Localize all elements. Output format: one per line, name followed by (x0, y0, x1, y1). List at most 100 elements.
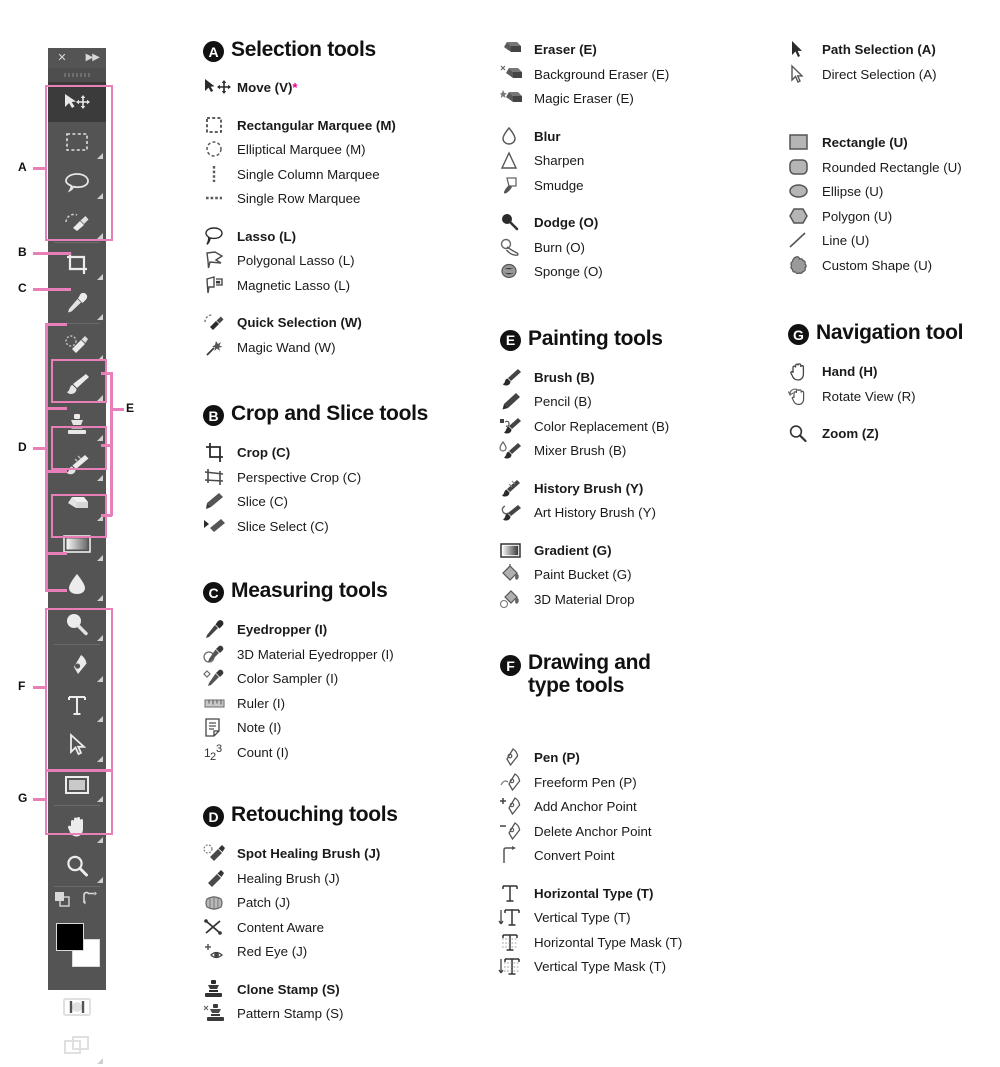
tool-row-single-row-marquee[interactable]: Single Row Marquee (203, 189, 493, 214)
tool-row-eyedropper[interactable]: Eyedropper (I) (203, 620, 493, 645)
tool-row-elliptical-marquee[interactable]: Elliptical Marquee (M) (203, 140, 493, 165)
tool-row-rotate-view[interactable]: Rotate View (R) (787, 387, 1000, 412)
magic-wand-icon (203, 338, 233, 360)
tool-row-line[interactable]: Line (U) (788, 231, 1000, 256)
color-swatches[interactable] (48, 913, 106, 987)
tool-label: Rectangle (U) (822, 135, 908, 150)
tool-row-patch[interactable]: Patch (J) (203, 893, 493, 918)
tool-row-ellipse[interactable]: Ellipse (U) (788, 182, 1000, 207)
tool-row-color-sampler[interactable]: Color Sampler (I) (203, 669, 493, 694)
tool-label: 3D Material Drop (534, 591, 635, 607)
tool-row-background-eraser[interactable]: Background Eraser (E) (500, 65, 780, 90)
tool-row-hand[interactable]: Hand (H) (788, 362, 1000, 387)
tool-row-pencil[interactable]: Pencil (B) (500, 392, 780, 417)
tool-row-history-brush[interactable]: History Brush (Y) (500, 479, 780, 504)
tool-row-add-anchor-point[interactable]: Add Anchor Point (500, 797, 780, 822)
collapse-chevron-icon[interactable]: ▶▶ (86, 52, 100, 64)
tool-row-horizontal-type[interactable]: Horizontal Type (T) (500, 884, 780, 909)
toolbar-blur-tool[interactable] (48, 564, 106, 604)
pen-icon (500, 748, 530, 770)
tool-row-3d-material-drop[interactable]: 3D Material Drop (499, 589, 780, 615)
toolbar-quick-mask-button[interactable] (48, 987, 106, 1027)
tool-label: Paint Bucket (G) (534, 567, 632, 582)
tool-row-smudge[interactable]: Smudge (500, 176, 780, 201)
tool-row-quick-selection[interactable]: Quick Selection (W) (203, 313, 493, 338)
tool-row-rectangle[interactable]: Rectangle (U) (788, 133, 1000, 158)
tool-row-burn[interactable]: Burn (O) (500, 238, 780, 263)
tool-row-vertical-type[interactable]: Vertical Type (T) (498, 908, 780, 933)
toolbar-screen-mode-button[interactable] (48, 1027, 106, 1067)
tool-row-polygon[interactable]: Polygon (U) (788, 207, 1000, 232)
swap-colors-icon[interactable] (82, 891, 98, 905)
toolbar-drag-grip[interactable] (48, 68, 106, 82)
tool-row-color-replacement[interactable]: Color Replacement (B) (500, 417, 780, 442)
tool-row-art-history-brush[interactable]: Art History Brush (Y) (500, 503, 780, 528)
tool-row-rectangular-marquee[interactable]: Rectangular Marquee (M) (203, 116, 493, 141)
tool-row-delete-anchor-point[interactable]: Delete Anchor Point (500, 821, 780, 847)
tool-row-content-aware[interactable]: Content Aware (203, 918, 493, 943)
tool-row-move[interactable]: Move (V)* (203, 78, 493, 103)
toolbar-spot-healing-tool[interactable] (48, 324, 106, 364)
toolbar-crop-tool[interactable] (48, 243, 106, 283)
color-sampler-icon (203, 669, 233, 691)
tool-row-brush[interactable]: Brush (B) (500, 368, 780, 393)
section-title-g: Navigation tool (816, 321, 964, 344)
tool-row-note[interactable]: Note (I) (203, 718, 493, 743)
tool-row-path-selection[interactable]: Path Selection (A) (788, 40, 1000, 65)
tool-row-vertical-type-mask[interactable]: Vertical Type Mask (T) (498, 957, 780, 982)
tool-label: Single Column Marquee (237, 166, 380, 182)
tool-row-blur[interactable]: Blur (500, 126, 780, 152)
tool-row-count[interactable]: 1 2 3 Count (I) (203, 743, 493, 768)
tool-label: Quick Selection (W) (237, 315, 362, 330)
color-controls-row[interactable] (48, 887, 106, 913)
tool-row-magnetic-lasso[interactable]: Magnetic Lasso (L) (203, 275, 493, 301)
tool-row-3d-material-eyedropper[interactable]: 3D Material Eyedropper (I) (203, 645, 493, 670)
tool-row-eraser[interactable]: Eraser (E) (500, 40, 780, 65)
zoom-icon (65, 854, 89, 878)
tool-row-sponge[interactable]: Sponge (O) (500, 262, 780, 287)
tool-row-magic-eraser[interactable]: Magic Eraser (E) (500, 89, 780, 114)
tool-row-dodge[interactable]: Dodge (O) (500, 213, 780, 238)
tool-row-polygonal-lasso[interactable]: Polygonal Lasso (L) (203, 251, 493, 276)
tool-row-perspective-crop[interactable]: Perspective Crop (C) (203, 468, 493, 493)
toolbar-zoom-tool[interactable] (48, 846, 106, 886)
tool-label: Pattern Stamp (S) (237, 1006, 344, 1021)
tool-row-clone-stamp[interactable]: Clone Stamp (S) (203, 979, 493, 1005)
tool-row-pen[interactable]: Pen (P) (500, 748, 780, 773)
section-header-c: C Measuring tools (203, 579, 493, 611)
default-colors-icon[interactable] (55, 892, 71, 908)
tool-row-zoom[interactable]: Zoom (Z) (788, 424, 1000, 449)
bracket-a (45, 85, 113, 241)
tool-row-direct-selection[interactable]: Direct Selection (A) (788, 63, 1000, 90)
section-header-f: F Drawing and type tools (500, 651, 780, 710)
tool-reference-diagram: ✕ ▶▶ A B C D E F G A Selection tools Mov… (0, 0, 1000, 1064)
tool-row-red-eye[interactable]: Red Eye (J) (203, 942, 493, 967)
bracket-d-t3 (45, 470, 67, 473)
foreground-color-swatch[interactable] (56, 923, 84, 951)
tool-row-slice[interactable]: Slice (C) (203, 492, 493, 517)
tool-row-ruler[interactable]: Ruler (I) (203, 694, 493, 719)
tool-row-magic-wand[interactable]: Magic Wand (W) (203, 338, 493, 363)
slice-select-icon (203, 517, 233, 539)
tool-label: Add Anchor Point (534, 799, 637, 814)
tool-row-freeform-pen[interactable]: Freeform Pen (P) (500, 772, 780, 798)
tool-row-rounded-rectangle[interactable]: Rounded Rectangle (U) (788, 158, 1000, 183)
tool-row-healing-brush[interactable]: Healing Brush (J) (203, 869, 493, 894)
tool-row-sharpen[interactable]: Sharpen (500, 151, 780, 176)
tool-row-crop[interactable]: Crop (C) (203, 443, 493, 468)
tool-row-single-column-marquee[interactable]: Single Column Marquee (203, 165, 493, 190)
tool-row-gradient[interactable]: Gradient (G) (500, 541, 780, 566)
column-three: Path Selection (A) Direct Selection (A) … (787, 40, 1000, 449)
tool-row-pattern-stamp[interactable]: Pattern Stamp (S) (203, 1004, 493, 1029)
tool-row-spot-healing-brush[interactable]: Spot Healing Brush (J) (203, 844, 493, 869)
tool-row-lasso[interactable]: Lasso (L) (203, 226, 493, 252)
tool-label: Polygon (U) (822, 208, 893, 224)
tool-row-slice-select[interactable]: Slice Select (C) (203, 517, 493, 542)
tool-row-custom-shape[interactable]: Custom Shape (U) (788, 255, 1000, 281)
tool-row-horizontal-type-mask[interactable]: Horizontal Type Mask (T) (500, 933, 780, 958)
tool-row-paint-bucket[interactable]: Paint Bucket (G) (500, 564, 780, 590)
tool-row-mixer-brush[interactable]: Mixer Brush (B) (499, 440, 780, 466)
tool-row-convert-point[interactable]: Convert Point (500, 846, 780, 871)
paint-bucket-icon (500, 564, 530, 587)
close-icon[interactable]: ✕ (56, 52, 68, 64)
